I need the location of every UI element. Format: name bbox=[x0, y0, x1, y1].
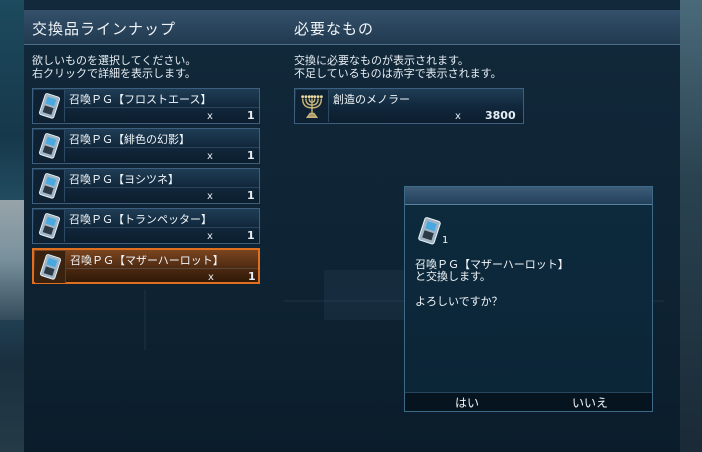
phone-gadget-icon bbox=[418, 217, 441, 245]
lineup-item-selected[interactable]: 召喚ＰＧ【マザーハーロット】 x 1 bbox=[32, 248, 260, 284]
item-icon-slot bbox=[34, 170, 65, 202]
dialog-button-bar: はい いいえ bbox=[405, 392, 652, 411]
divider bbox=[65, 147, 259, 148]
phone-gadget-icon bbox=[39, 173, 61, 199]
dialog-item-count: 1 bbox=[442, 235, 449, 246]
divider bbox=[65, 107, 259, 108]
item-multiplier: x bbox=[207, 151, 213, 162]
background-wall-line bbox=[144, 290, 146, 350]
menorah-icon bbox=[301, 95, 323, 118]
confirm-dialog: 1 召喚ＰＧ【マザーハーロット】 と交換します。 よろしいですか？ はい いいえ bbox=[404, 186, 653, 412]
item-name: 召喚ＰＧ【フロストエース】 bbox=[69, 93, 212, 106]
item-multiplier: x bbox=[208, 272, 214, 283]
required-title: 必要なもの bbox=[294, 20, 375, 38]
item-quantity: 1 bbox=[248, 270, 256, 283]
instruction-line: 右クリックで詳細を表示します。 bbox=[32, 67, 196, 80]
background-wall-block bbox=[324, 270, 404, 320]
instruction-line: 交換に必要なものが表示されます。 bbox=[294, 54, 469, 67]
required-item-name: 創造のメノラー bbox=[333, 93, 410, 106]
item-quantity: 1 bbox=[247, 189, 255, 202]
lineup-item[interactable]: 召喚ＰＧ【ヨシツネ】 x 1 bbox=[32, 168, 260, 204]
item-multiplier: x bbox=[207, 111, 213, 122]
item-multiplier: x bbox=[207, 231, 213, 242]
game-background-right bbox=[680, 0, 702, 452]
no-button[interactable]: いいえ bbox=[550, 394, 630, 410]
item-icon-slot bbox=[34, 90, 65, 122]
required-item-quantity: 3800 bbox=[485, 109, 516, 122]
item-icon-slot bbox=[34, 130, 65, 162]
dialog-message-line: と交換します。 bbox=[415, 270, 491, 283]
required-item[interactable]: 創造のメノラー x 3800 bbox=[294, 88, 524, 124]
item-icon-slot bbox=[34, 210, 65, 242]
phone-gadget-icon bbox=[39, 93, 61, 119]
exchange-window: 交換品ラインナップ 必要なもの 欲しいものを選択してください。 右クリックで詳細… bbox=[24, 0, 680, 452]
item-quantity: 1 bbox=[247, 109, 255, 122]
phone-gadget-icon bbox=[39, 213, 61, 239]
item-quantity: 1 bbox=[247, 229, 255, 242]
lineup-item[interactable]: 召喚ＰＧ【緋色の幻影】 x 1 bbox=[32, 128, 260, 164]
phone-gadget-icon bbox=[39, 133, 61, 159]
required-item-multiplier: x bbox=[455, 111, 461, 122]
lineup-item[interactable]: 召喚ＰＧ【トランペッター】 x 1 bbox=[32, 208, 260, 244]
required-icon-slot bbox=[296, 90, 329, 122]
dialog-message: 召喚ＰＧ【マザーハーロット】 と交換します。 bbox=[415, 259, 569, 283]
lineup-title: 交換品ラインナップ bbox=[32, 20, 177, 38]
required-instructions: 交換に必要なものが表示されます。 不足しているものは赤字で表示されます。 bbox=[294, 54, 502, 80]
item-icon-slot bbox=[35, 251, 66, 283]
instruction-line: 欲しいものを選択してください。 bbox=[32, 54, 197, 67]
dialog-title-bar bbox=[405, 187, 652, 205]
phone-gadget-icon bbox=[40, 254, 62, 280]
item-multiplier: x bbox=[207, 191, 213, 202]
divider bbox=[66, 268, 258, 269]
item-name: 召喚ＰＧ【緋色の幻影】 bbox=[69, 133, 190, 146]
item-name: 召喚ＰＧ【トランペッター】 bbox=[69, 213, 212, 226]
item-name: 召喚ＰＧ【ヨシツネ】 bbox=[69, 173, 179, 186]
item-quantity: 1 bbox=[247, 149, 255, 162]
yes-button[interactable]: はい bbox=[427, 394, 507, 410]
lineup-item[interactable]: 召喚ＰＧ【フロストエース】 x 1 bbox=[32, 88, 260, 124]
divider bbox=[65, 187, 259, 188]
dialog-question: よろしいですか？ bbox=[415, 295, 503, 308]
instruction-line: 不足しているものは赤字で表示されます。 bbox=[294, 67, 502, 80]
item-name: 召喚ＰＧ【マザーハーロット】 bbox=[70, 254, 224, 267]
game-character-figure bbox=[0, 200, 24, 320]
lineup-instructions: 欲しいものを選択してください。 右クリックで詳細を表示します。 bbox=[32, 54, 196, 80]
divider bbox=[65, 227, 259, 228]
